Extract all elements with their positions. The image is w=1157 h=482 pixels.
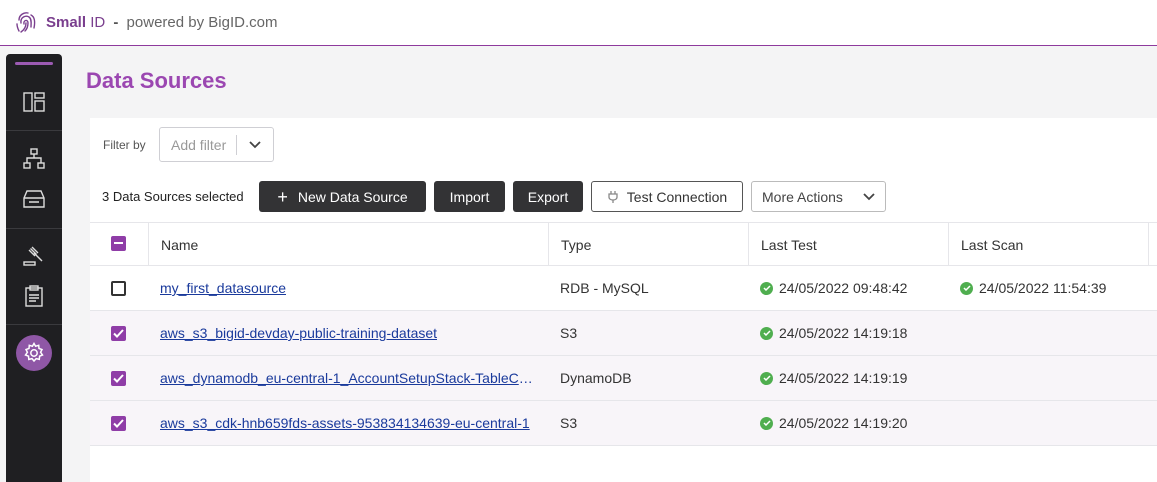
chevron-down-icon [863, 192, 875, 200]
test-connection-button[interactable]: Test Connection [591, 181, 743, 212]
dashboard-icon [23, 92, 45, 112]
more-actions-label: More Actions [762, 188, 843, 205]
sidebar-item-dashboard[interactable] [20, 88, 48, 116]
data-source-link[interactable]: my_first_datasource [160, 280, 286, 296]
sidebar-divider [6, 228, 62, 229]
more-actions-dropdown[interactable]: More Actions [751, 181, 886, 212]
sidebar-divider [6, 324, 62, 325]
data-source-link[interactable]: aws_s3_bigid-devday-public-training-data… [160, 325, 437, 341]
last-test-value: 24/05/2022 14:19:18 [779, 325, 908, 341]
last-test-cell: 24/05/2022 14:19:19 [760, 356, 940, 400]
data-sources-panel: Filter by Add filter 3 Data Sources sele… [90, 118, 1157, 482]
last-test-value: 24/05/2022 09:48:42 [779, 280, 908, 296]
filter-label: Filter by [103, 138, 146, 152]
import-button[interactable]: Import [434, 181, 505, 212]
name-cell: my_first_datasource [160, 266, 540, 310]
new-data-source-label: New Data Source [297, 188, 408, 205]
last-test-value: 24/05/2022 14:19:20 [779, 415, 908, 431]
type-cell: S3 [560, 415, 578, 431]
row-checkbox[interactable] [111, 281, 126, 296]
name-cell: aws_s3_cdk-hnb659fds-assets-953834134639… [160, 401, 540, 445]
plus-icon: + [277, 186, 288, 207]
brand-id: ID [90, 14, 106, 31]
top-bar: Small ID - powered by BigID.com [0, 0, 1157, 46]
clipboard-icon [25, 285, 43, 307]
export-button[interactable]: Export [513, 181, 583, 212]
data-source-link[interactable]: aws_dynamodb_eu-central-1_AccountSetupSt… [160, 370, 540, 386]
powered-by-text: powered by BigID.com [126, 14, 278, 31]
gavel-icon [23, 246, 43, 266]
select-all-checkbox[interactable] [111, 236, 126, 251]
row-checkbox[interactable] [111, 416, 126, 431]
hierarchy-icon [23, 148, 45, 169]
column-header-extra [1148, 223, 1157, 266]
brand-separator: - [113, 14, 119, 31]
chevron-down-icon [237, 140, 273, 149]
check-circle-icon [760, 326, 773, 340]
column-header-type[interactable]: Type [548, 223, 748, 266]
check-circle-icon [760, 371, 773, 385]
check-circle-icon [760, 281, 773, 295]
last-test-cell: 24/05/2022 09:48:42 [760, 266, 940, 310]
last-scan-cell: 24/05/2022 11:54:39 [960, 266, 1150, 310]
sidebar-item-gavel[interactable] [20, 242, 48, 270]
page-title: Data Sources [86, 68, 227, 93]
selection-count: 3 Data Sources selected [102, 189, 244, 204]
table-header: Name Type Last Test Last Scan [90, 222, 1157, 266]
last-test-cell: 24/05/2022 14:19:18 [760, 311, 940, 355]
table-row[interactable]: aws_s3_bigid-devday-public-training-data… [90, 311, 1157, 356]
last-test-value: 24/05/2022 14:19:19 [779, 370, 908, 386]
type-cell: DynamoDB [560, 370, 632, 386]
fingerprint-logo-icon [16, 11, 36, 33]
last-scan-value: 24/05/2022 11:54:39 [979, 280, 1107, 296]
column-header-last-scan[interactable]: Last Scan [948, 223, 1148, 266]
sidebar-item-reports[interactable] [20, 282, 48, 310]
inventory-icon [23, 190, 45, 208]
column-header-last-test[interactable]: Last Test [748, 223, 948, 266]
name-cell: aws_s3_bigid-devday-public-training-data… [160, 311, 540, 355]
plug-icon [608, 190, 618, 203]
sidebar-divider [6, 130, 62, 131]
sidebar-item-inventory[interactable] [20, 185, 48, 213]
sidebar-accent-bar [15, 62, 53, 65]
type-cell: RDB - MySQL [560, 280, 649, 296]
table-row[interactable]: aws_s3_cdk-hnb659fds-assets-953834134639… [90, 401, 1157, 446]
brand-name: Small [46, 14, 87, 31]
sidebar-item-hierarchy[interactable] [20, 145, 48, 173]
new-data-source-button[interactable]: + New Data Source [259, 181, 426, 212]
test-connection-label: Test Connection [626, 188, 728, 205]
import-label: Import [449, 188, 490, 205]
last-test-cell: 24/05/2022 14:19:20 [760, 401, 940, 445]
table-row[interactable]: aws_dynamodb_eu-central-1_AccountSetupSt… [90, 356, 1157, 401]
row-checkbox[interactable] [111, 326, 126, 341]
data-source-link[interactable]: aws_s3_cdk-hnb659fds-assets-953834134639… [160, 415, 530, 431]
name-cell: aws_dynamodb_eu-central-1_AccountSetupSt… [160, 356, 540, 400]
check-circle-icon [960, 281, 973, 295]
add-filter-placeholder: Add filter [171, 136, 227, 153]
column-header-name[interactable]: Name [148, 223, 548, 266]
gear-icon [24, 342, 44, 363]
row-checkbox[interactable] [111, 371, 126, 386]
sidebar-item-settings[interactable] [16, 335, 52, 371]
table-row[interactable]: my_first_datasource RDB - MySQL 24/05/20… [90, 266, 1157, 311]
app-brand[interactable]: Small ID - powered by BigID.com [46, 14, 277, 31]
export-label: Export [527, 188, 569, 205]
check-circle-icon [760, 416, 773, 430]
type-cell: S3 [560, 325, 578, 341]
add-filter-dropdown[interactable]: Add filter [159, 127, 274, 162]
sidebar [6, 54, 62, 482]
